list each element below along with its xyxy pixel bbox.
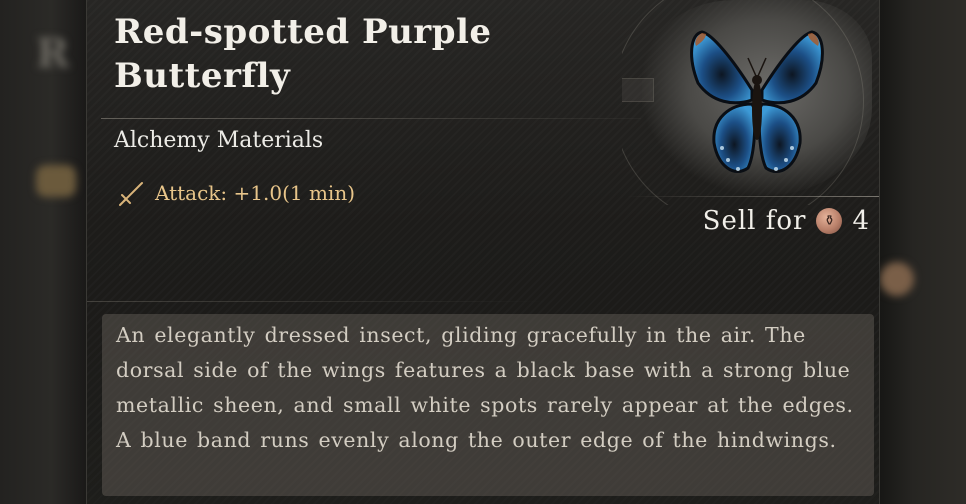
item-artwork <box>622 0 879 205</box>
item-name: Red-spotted Purple Butterfly <box>114 12 492 96</box>
divider <box>627 196 879 197</box>
sell-label: Sell for <box>702 206 807 236</box>
divider <box>101 118 641 119</box>
divider <box>87 301 547 302</box>
background-right <box>878 0 966 504</box>
item-category: Alchemy Materials <box>114 128 324 153</box>
effect-text: Attack: +1.0(1 min) <box>155 181 355 205</box>
sell-value: 4 <box>852 206 869 236</box>
background-left: R <box>0 0 86 504</box>
item-tooltip: Red-spotted Purple Butterfly Alchemy Mat… <box>86 0 880 504</box>
blurred-icon <box>880 262 914 296</box>
coin-icon: ⚱ <box>816 208 843 234</box>
item-effect: Attack: +1.0(1 min) <box>117 178 355 208</box>
blurred-icon <box>36 165 76 197</box>
sword-icon <box>119 182 143 206</box>
description-box: An elegantly dressed insect, gliding gra… <box>102 314 874 496</box>
item-description: An elegantly dressed insect, gliding gra… <box>116 323 854 452</box>
sell-price: Sell for ⚱ 4 <box>703 206 869 236</box>
blurred-text: R <box>36 30 70 77</box>
butterfly-icon <box>690 30 824 174</box>
